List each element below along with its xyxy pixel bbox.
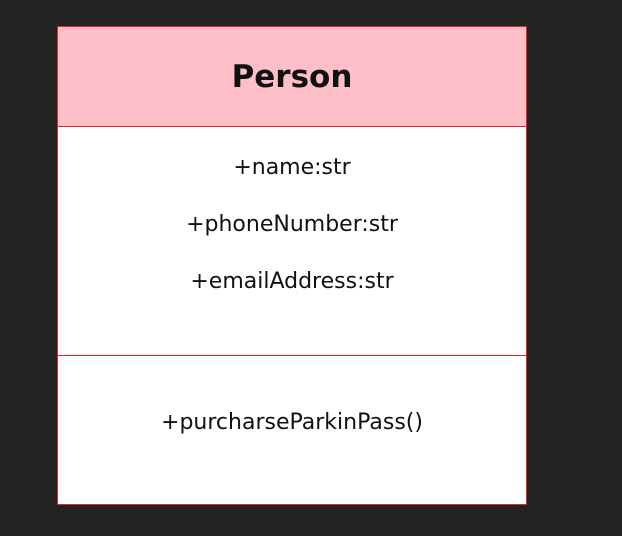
- uml-class-box: Person +name:str +phoneNumber:str +email…: [57, 26, 527, 505]
- attribute-email-address: +emailAddress:str: [190, 269, 394, 294]
- class-name: Person: [231, 58, 353, 95]
- attributes-compartment: +name:str +phoneNumber:str +emailAddress…: [58, 127, 526, 356]
- class-header: Person: [58, 27, 526, 127]
- attribute-name: +name:str: [233, 155, 351, 180]
- method-purchase-parking-pass: +purcharseParkinPass(): [161, 410, 423, 435]
- attribute-phone-number: +phoneNumber:str: [186, 212, 398, 237]
- methods-compartment: +purcharseParkinPass(): [58, 356, 526, 504]
